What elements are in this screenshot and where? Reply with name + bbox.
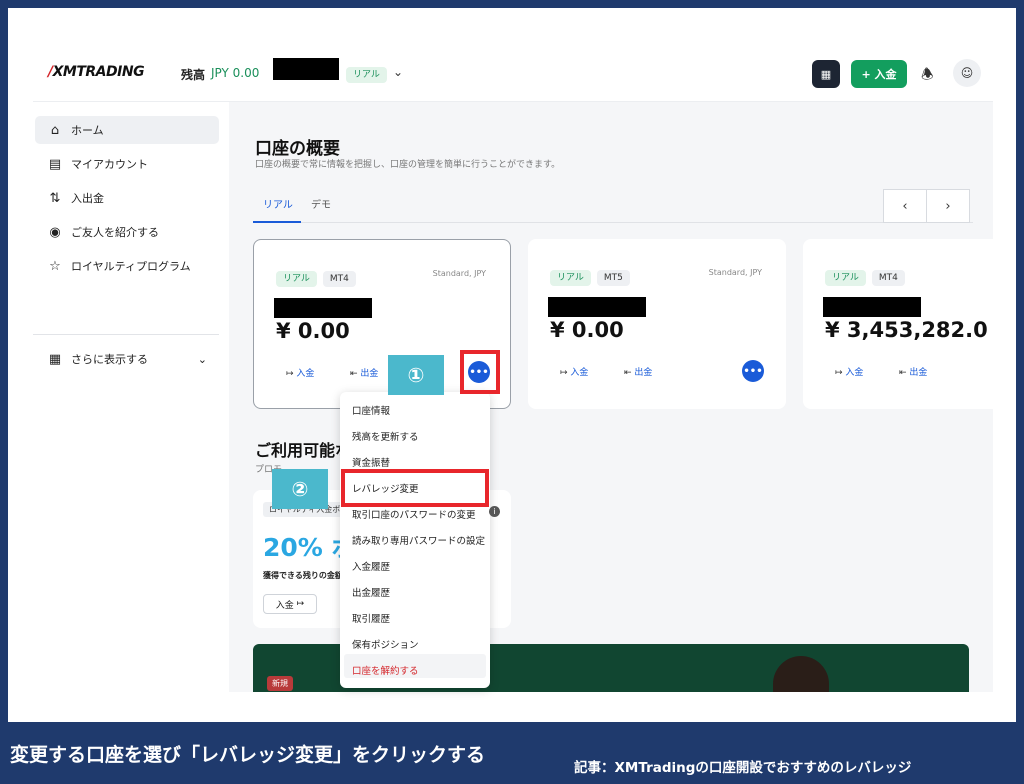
account-card-mt4-second[interactable]: リアル MT4 ¥ 3,453,282.0 ↦ 入金 ⇤ 出金 (803, 239, 993, 409)
chevron-left-icon: ‹ (902, 198, 908, 214)
source-text: 記事：XMTradingの口座開設でおすすめのレバレッジ (574, 760, 912, 776)
account-type-badge: リアル (346, 67, 387, 83)
menu-item-close-account[interactable]: 口座を解約する (352, 663, 419, 677)
step-2-badge: ② (272, 469, 328, 509)
tab-active-underline (253, 221, 301, 223)
sidebar-item-loyalty[interactable]: ☆ ロイヤルティプログラム (35, 252, 219, 280)
deposit-arrow-icon: ↦ (835, 368, 843, 378)
account-tag: リアル (825, 270, 866, 286)
tab-divider (253, 222, 973, 223)
tab-real[interactable]: リアル (263, 196, 293, 211)
sidebar-item-my-account[interactable]: ▤ マイアカウント (35, 150, 219, 178)
balance-value: JPY 0.00 (211, 66, 260, 80)
account-type: Standard, JPY (432, 269, 486, 278)
account-balance: ¥ 0.00 (550, 318, 624, 342)
highlight-leverage-item (341, 469, 489, 507)
tab-demo[interactable]: デモ (311, 196, 331, 211)
account-tag: リアル (550, 270, 591, 286)
menu-item-refresh-balance[interactable]: 残高を更新する (352, 429, 419, 443)
page-title: 口座の概要 (255, 139, 340, 159)
withdraw-link[interactable]: ⇤ 出金 (624, 365, 652, 378)
promo-remaining-label: 獲得できる残りの金額 (263, 571, 343, 580)
redacted-account-id (823, 297, 921, 317)
xmtrading-logo[interactable]: /XMTRADING (48, 64, 145, 80)
menu-item-trade-history[interactable]: 取引履歴 (352, 611, 390, 625)
banner-person-image (773, 656, 829, 692)
balance-label: 残高 (181, 68, 206, 82)
account-options-menu: 口座情報 残高を更新する 資金振替 レバレッジ変更 取引口座のパスワードの変更 … (340, 392, 490, 688)
platform-tag: MT4 (871, 270, 905, 286)
account-tag: リアル (276, 271, 317, 287)
more-dots-icon: ••• (743, 365, 763, 377)
redacted-account-id (274, 298, 372, 318)
home-icon: ⌂ (50, 122, 60, 138)
account-type: Standard, JPY (708, 268, 762, 277)
withdraw-arrow-icon: ⇤ (350, 369, 358, 379)
deposit-arrow-icon: ↦ (296, 599, 305, 609)
deposit-link[interactable]: ↦ 入金 (560, 365, 588, 378)
withdraw-link[interactable]: ⇤ 出金 (899, 365, 927, 378)
user-avatar-icon[interactable]: ☺ (953, 59, 981, 87)
withdraw-arrow-icon: ⇤ (624, 368, 632, 378)
caption-text: 変更する口座を選び「レバレッジ変更」をクリックする (10, 744, 486, 766)
card-icon: ▤ (48, 156, 62, 172)
account-balance: ¥ 0.00 (276, 319, 350, 343)
menu-item-change-password[interactable]: 取引口座のパスワードの変更 (352, 507, 476, 521)
deposit-arrow-icon: ↦ (286, 369, 294, 379)
sidebar: ⌂ ホーム ▤ マイアカウント ⇅ 入出金 ◉ ご友人を紹介する ☆ ロイヤルテ… (33, 102, 229, 692)
menu-item-open-positions[interactable]: 保有ポジション (352, 637, 419, 651)
platform-tag: MT5 (596, 270, 630, 286)
bell-icon[interactable]: 🕭︎ (921, 64, 934, 88)
app-window: /XMTRADING 残高 JPY 0.00 リアル ⌄ ▦ + 入金 🕭︎ ☺… (33, 40, 993, 692)
info-icon[interactable]: i (489, 506, 500, 517)
chevron-down-icon: ⌄ (197, 352, 207, 366)
carousel-prev-button[interactable]: ‹ (883, 189, 927, 223)
carousel-next-button[interactable]: › (926, 189, 970, 223)
deposit-link[interactable]: ↦ 入金 (286, 366, 314, 379)
qr-code-button[interactable]: ▦ (812, 60, 840, 88)
menu-item-withdraw-history[interactable]: 出金履歴 (352, 585, 390, 599)
transfer-arrows-icon: ⇅ (49, 190, 61, 206)
withdraw-link[interactable]: ⇤ 出金 (350, 366, 378, 379)
sidebar-item-refer-friend[interactable]: ◉ ご友人を紹介する (35, 218, 219, 246)
account-balance: ¥ 3,453,282.0 (825, 318, 988, 342)
highlight-more-button (460, 350, 500, 394)
new-badge: 新規 (267, 676, 293, 691)
sidebar-divider (33, 334, 219, 335)
grid-icon: ▦ (48, 351, 62, 367)
platform-tag: MT4 (322, 271, 356, 287)
menu-item-readonly-password[interactable]: 読み取り専用パスワードの設定 (352, 533, 485, 547)
more-options-button[interactable]: ••• (742, 360, 764, 382)
sidebar-item-show-more[interactable]: ▦ さらに表示する ⌄ (35, 345, 219, 373)
redacted-account-number (273, 58, 339, 80)
qr-icon: ▦ (820, 67, 832, 81)
menu-item-fund-transfer[interactable]: 資金振替 (352, 455, 390, 469)
menu-item-account-info[interactable]: 口座情報 (352, 403, 390, 417)
page-subtitle: 口座の概要で常に情報を把握し、口座の管理を簡単に行うことができます。 (255, 160, 561, 170)
withdraw-arrow-icon: ⇤ (899, 368, 907, 378)
account-card-mt5[interactable]: リアル MT5 Standard, JPY ¥ 0.00 ↦ 入金 ⇤ 出金 ••… (528, 239, 786, 409)
deposit-button[interactable]: + 入金 (851, 60, 907, 88)
sidebar-item-home[interactable]: ⌂ ホーム (35, 116, 219, 144)
redacted-account-id (548, 297, 646, 317)
menu-item-deposit-history[interactable]: 入金履歴 (352, 559, 390, 573)
chevron-down-icon[interactable]: ⌄ (393, 65, 403, 79)
top-bar: /XMTRADING 残高 JPY 0.00 リアル ⌄ ▦ + 入金 🕭︎ ☺ (33, 40, 993, 102)
step-1-badge: ① (388, 355, 444, 395)
promo-deposit-button[interactable]: 入金 ↦ (263, 594, 317, 614)
chevron-right-icon: › (945, 198, 951, 214)
deposit-arrow-icon: ↦ (560, 368, 568, 378)
people-icon: ◉ (49, 224, 61, 240)
star-icon: ☆ (49, 258, 61, 274)
deposit-link[interactable]: ↦ 入金 (835, 365, 863, 378)
sidebar-item-funds[interactable]: ⇅ 入出金 (35, 184, 219, 212)
